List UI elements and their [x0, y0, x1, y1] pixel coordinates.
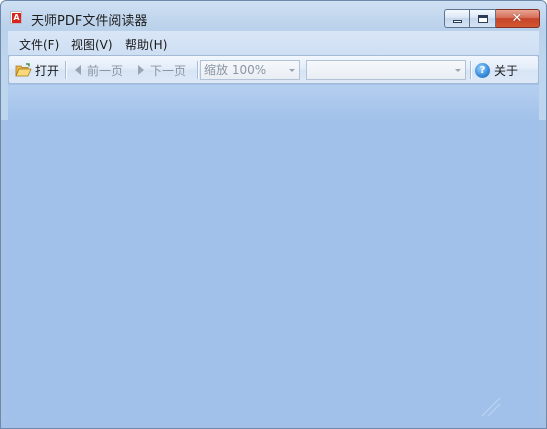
- menu-bar: 文件(F) 视图(V) 帮助(H): [8, 31, 539, 55]
- zoom-combo[interactable]: 缩放 100%: [200, 60, 300, 80]
- page-combo[interactable]: [306, 60, 466, 80]
- window-frame-bottom: [1, 422, 546, 428]
- help-icon: ?: [475, 62, 490, 78]
- menu-view[interactable]: 视图(V): [71, 36, 113, 53]
- pdf-app-icon[interactable]: A: [10, 11, 22, 24]
- window-frame-right: [539, 120, 546, 422]
- pdf-app-icon-letter: A: [12, 13, 21, 23]
- zoom-value: 缩放 100%: [204, 63, 267, 77]
- caption-buttons: ✕: [444, 9, 540, 28]
- toolbar-separator: [65, 61, 66, 79]
- toolbar-separator: [197, 61, 198, 79]
- chevron-down-icon: [455, 69, 461, 72]
- maximize-icon: [478, 15, 488, 23]
- open-label: 打开: [35, 63, 60, 78]
- next-page-button[interactable]: 下一页: [138, 60, 186, 80]
- minimize-button[interactable]: [444, 9, 470, 28]
- maximize-button[interactable]: [470, 9, 496, 28]
- open-folder-icon: [15, 63, 32, 77]
- close-icon: ✕: [511, 11, 523, 26]
- prev-page-label: 前一页: [87, 63, 124, 78]
- minimize-icon: [453, 20, 462, 23]
- app-window: A 天师PDF文件阅读器 ✕ 文件(F) 视图(V) 帮助(H) 打开 前一页 …: [0, 0, 547, 429]
- chevron-down-icon: [289, 69, 295, 72]
- open-button[interactable]: 打开: [15, 60, 59, 80]
- client-area: 文件(F) 视图(V) 帮助(H) 打开 前一页 下一页 缩放 100% ? 关…: [8, 31, 539, 422]
- about-label: 关于: [494, 63, 519, 78]
- arrow-left-icon: [75, 65, 81, 75]
- menu-help[interactable]: 帮助(H): [125, 36, 167, 53]
- window-title: 天师PDF文件阅读器: [31, 14, 148, 29]
- window-frame-left: [1, 120, 8, 422]
- menu-file[interactable]: 文件(F): [19, 36, 59, 53]
- prev-page-button[interactable]: 前一页: [75, 60, 123, 80]
- close-button[interactable]: ✕: [496, 9, 540, 28]
- resize-grip-icon: [481, 397, 501, 417]
- toolbar-separator: [470, 61, 471, 79]
- title-bar[interactable]: A 天师PDF文件阅读器 ✕: [1, 1, 546, 31]
- document-view-area[interactable]: [8, 85, 539, 422]
- toolbar: 打开 前一页 下一页 缩放 100% ? 关于: [8, 55, 539, 84]
- arrow-right-icon: [138, 65, 144, 75]
- viewer-top-shade: [8, 85, 539, 121]
- about-button[interactable]: ? 关于: [475, 60, 518, 80]
- next-page-label: 下一页: [150, 63, 187, 78]
